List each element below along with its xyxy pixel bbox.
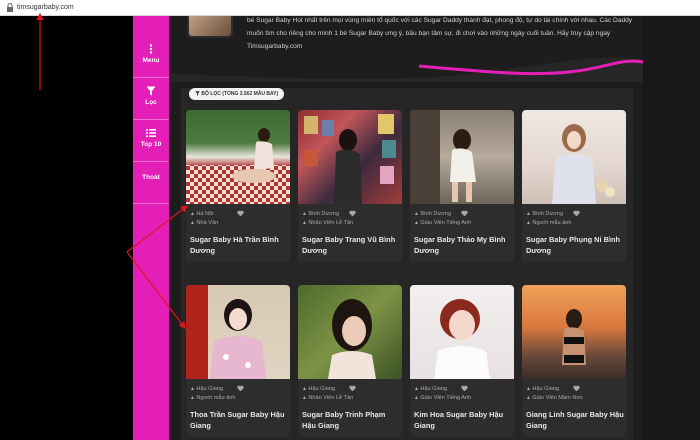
filter-icon <box>195 90 200 96</box>
heart-icon[interactable] <box>461 210 468 217</box>
url-text: timsugarbaby.com <box>17 4 74 11</box>
profile-photo <box>522 110 626 204</box>
profile-location: Hậu Giang <box>196 386 224 392</box>
decorative-wave <box>169 57 643 82</box>
intro-text: bé Sugar Baby Hot nhất trên mọi vùng miề… <box>247 17 633 50</box>
profile-card[interactable]: ▲ Hậu Giang ▲ Giáo Viên Mầm Non Giang Li… <box>522 285 626 437</box>
profile-job: Giáo Viên Tiếng Anh <box>420 219 472 226</box>
heart-icon[interactable] <box>349 385 356 392</box>
profile-job: Nhân Viên Lễ Tân <box>308 394 354 401</box>
profile-location: Hậu Giang <box>420 386 448 392</box>
profile-card[interactable]: ▲ Hậu Giang ▲ Nhân Viên Lễ Tân Sugar Bab… <box>298 285 402 437</box>
profile-photo <box>410 110 514 204</box>
profile-location: Hậu Giang <box>532 386 560 392</box>
profile-location: Bình Dương <box>420 211 452 217</box>
profile-job: Giáo Viên Mầm Non <box>532 394 583 401</box>
profile-name[interactable]: Thoa Trần Sugar Baby Hậu Giang <box>190 409 288 431</box>
profile-name[interactable]: Sugar Baby Phụng Ni Bình Dương <box>526 234 624 256</box>
profile-photo <box>298 110 402 204</box>
filter-badge[interactable]: BỘ LỌC (TỔNG 3.562 MẪU BAY) <box>189 88 285 100</box>
profile-name[interactable]: Sugar Baby Trang Vũ Bình Dương <box>302 234 400 256</box>
sidebar-item-filter[interactable]: Lọc <box>133 78 169 120</box>
list-icon <box>146 129 156 137</box>
heart-icon[interactable] <box>573 210 580 217</box>
profile-job: Người mẫu ảnh <box>196 394 236 401</box>
profile-location: Bình Dương <box>532 211 564 217</box>
intro-image <box>187 16 233 38</box>
heart-icon[interactable] <box>237 210 244 217</box>
results-panel: BỘ LỌC (TỔNG 3.562 MẪU BAY) ▲ Hà Nội ▲ N… <box>181 88 633 440</box>
filter-icon <box>146 86 156 96</box>
profile-photo <box>186 285 290 379</box>
heart-icon[interactable] <box>349 210 356 217</box>
profile-name[interactable]: Sugar Baby Trinh Phạm Hậu Giang <box>302 409 400 431</box>
filter-label: BỘ LỌC (TỔNG 3.562 MẪU BAY) <box>201 91 279 97</box>
sidebar-item-label: Top 10 <box>140 141 162 148</box>
profile-location: Hà Nội <box>196 211 214 217</box>
profile-photo <box>298 285 402 379</box>
profile-location: Bình Dương <box>308 211 340 217</box>
profile-job: Nhà Văn <box>196 219 219 226</box>
profile-name[interactable]: Sugar Baby Hà Trần Bình Dương <box>190 234 288 256</box>
profile-card[interactable]: ▲ Hậu Giang ▲ Người mẫu ảnh Thoa Trần Su… <box>186 285 290 437</box>
profile-name[interactable]: Sugar Baby Thảo My Bình Dương <box>414 234 512 256</box>
right-background <box>643 16 700 440</box>
profile-photo <box>186 110 290 204</box>
profile-job: Người mẫu ảnh <box>532 219 572 226</box>
profile-card[interactable]: ▲ Hà Nội ▲ Nhà Văn Sugar Baby Hà Trần Bì… <box>186 110 290 262</box>
main-content: bé Sugar Baby Hot nhất trên mọi vùng miề… <box>169 16 643 440</box>
profile-job: Nhân Viên Lễ Tân <box>308 219 354 226</box>
sidebar-item-top10[interactable]: Top 10 <box>133 120 169 162</box>
lock-icon <box>7 3 13 12</box>
profile-photo <box>522 285 626 379</box>
profile-photo <box>410 285 514 379</box>
profile-card[interactable]: ▲ Bình Dương ▲ Nhân Viên Lễ Tân Sugar Ba… <box>298 110 402 262</box>
left-background <box>0 16 133 440</box>
profile-job: Giáo Viên Tiếng Anh <box>420 394 472 401</box>
sidebar-item-label: Thoát <box>142 174 160 181</box>
sidebar-item-label: Menu <box>142 57 160 64</box>
heart-icon[interactable] <box>573 385 580 392</box>
profile-card[interactable]: ▲ Bình Dương ▲ Người mẫu ảnh Sugar Baby … <box>522 110 626 262</box>
profile-location: Hậu Giang <box>308 386 336 392</box>
menu-dots-icon <box>149 44 153 54</box>
sidebar-item-menu[interactable]: Menu <box>133 36 169 78</box>
heart-icon[interactable] <box>461 385 468 392</box>
profile-card[interactable]: ▲ Hậu Giang ▲ Giáo Viên Tiếng Anh Kim Ho… <box>410 285 514 437</box>
profile-name[interactable]: Giang Linh Sugar Baby Hậu Giang <box>526 409 624 431</box>
browser-url-bar[interactable]: timsugarbaby.com <box>0 0 700 16</box>
profile-name[interactable]: Kim Hoa Sugar Baby Hậu Giang <box>414 409 512 431</box>
sidebar-item-logout[interactable]: Thoát <box>133 162 169 204</box>
sidebar-item-label: Lọc <box>145 99 157 106</box>
sidebar: Menu Lọc Top 10 Thoát <box>133 16 169 440</box>
heart-icon[interactable] <box>237 385 244 392</box>
profile-card[interactable]: ▲ Bình Dương ▲ Giáo Viên Tiếng Anh Sugar… <box>410 110 514 262</box>
